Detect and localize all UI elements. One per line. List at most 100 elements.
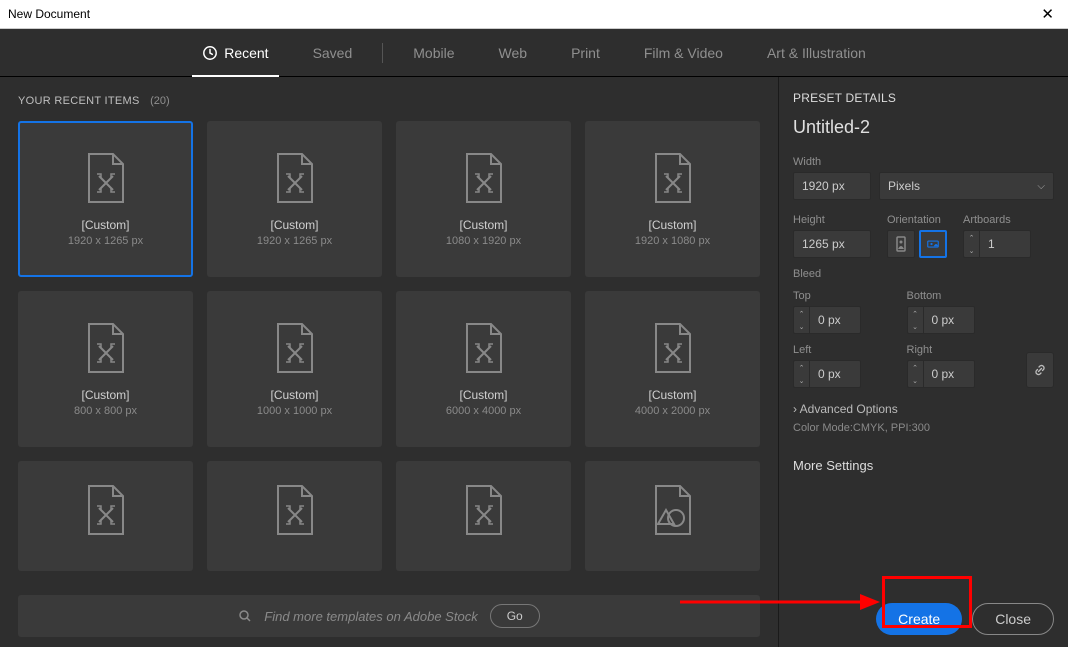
bleed-top-stepper[interactable]: ⌃⌄0 px <box>793 306 895 334</box>
preset-name: [Custom] <box>270 218 318 232</box>
tab-label: Print <box>571 45 600 61</box>
preset-dimensions: 1000 x 1000 px <box>257 405 332 417</box>
document-icon <box>274 152 316 204</box>
preset-name: [Custom] <box>459 218 507 232</box>
preset-tile[interactable]: [Custom] 1920 x 1265 px <box>18 121 193 277</box>
preset-tile[interactable]: [Custom] 800 x 800 px <box>18 291 193 447</box>
bleed-bottom-stepper[interactable]: ⌃⌄0 px <box>907 306 1009 334</box>
tab-label: Film & Video <box>644 45 723 61</box>
document-icon <box>85 484 127 536</box>
bleed-left-stepper[interactable]: ⌃⌄0 px <box>793 360 895 388</box>
document-icon <box>85 322 127 374</box>
preset-tile[interactable]: [Custom] 1000 x 1000 px <box>207 291 382 447</box>
stepper-up-icon[interactable]: ⌃ <box>964 231 979 244</box>
preset-tile[interactable]: [Custom] 1920 x 1080 px <box>585 121 760 277</box>
height-input[interactable]: 1265 px <box>793 230 871 258</box>
window-title: New Document <box>8 7 90 21</box>
title-bar: New Document ✕ <box>0 0 1068 29</box>
stepper-down-icon[interactable]: ⌄ <box>964 244 979 257</box>
tab-label: Art & Illustration <box>767 45 866 61</box>
create-button[interactable]: Create <box>876 603 962 635</box>
preset-dimensions: 1080 x 1920 px <box>446 235 521 247</box>
document-icon <box>274 484 316 536</box>
bleed-label: Bleed <box>793 268 1054 280</box>
tab-mobile[interactable]: Mobile <box>391 29 476 77</box>
tab-saved[interactable]: Saved <box>291 29 375 77</box>
go-button[interactable]: Go <box>490 604 540 628</box>
units-value: Pixels <box>888 179 920 193</box>
preset-tile[interactable]: [Custom] 1920 x 1265 px <box>207 121 382 277</box>
tab-print[interactable]: Print <box>549 29 622 77</box>
width-input[interactable]: 1920 px <box>793 172 871 200</box>
template-search-bar[interactable]: Find more templates on Adobe Stock Go <box>18 595 760 637</box>
tab-separator <box>382 43 383 63</box>
search-icon <box>238 609 252 623</box>
orientation-landscape-button[interactable] <box>919 230 947 258</box>
preset-tile[interactable] <box>207 461 382 571</box>
preset-dimensions: 4000 x 2000 px <box>635 405 710 417</box>
preset-name: [Custom] <box>81 388 129 402</box>
color-mode-text: Color Mode:CMYK, PPI:300 <box>793 422 1054 434</box>
category-tabs: Recent Saved Mobile Web Print Film & Vid… <box>0 29 1068 77</box>
width-label: Width <box>793 156 1054 168</box>
recent-heading-row: YOUR RECENT ITEMS (20) <box>18 91 760 109</box>
tab-recent[interactable]: Recent <box>180 29 290 77</box>
clock-icon <box>202 45 218 61</box>
preset-tile[interactable] <box>396 461 571 571</box>
more-settings-button[interactable]: More Settings <box>793 458 1054 473</box>
preset-dimensions: 1920 x 1080 px <box>635 235 710 247</box>
document-icon <box>274 322 316 374</box>
preset-tile[interactable] <box>585 461 760 571</box>
preset-dimensions: 800 x 800 px <box>74 405 137 417</box>
document-icon <box>463 322 505 374</box>
chevron-down-icon: ⌵ <box>1037 181 1045 192</box>
preset-name: [Custom] <box>648 388 696 402</box>
preset-tile[interactable] <box>18 461 193 571</box>
preset-details-panel: PRESET DETAILS Untitled-2 Width 1920 px … <box>778 77 1068 647</box>
preset-tile[interactable]: [Custom] 1080 x 1920 px <box>396 121 571 277</box>
document-icon <box>85 152 127 204</box>
link-bleed-button[interactable] <box>1026 352 1054 388</box>
bleed-right-label: Right <box>907 344 1009 356</box>
document-icon <box>652 152 694 204</box>
preset-dimensions: 1920 x 1265 px <box>68 235 143 247</box>
preset-tile[interactable]: [Custom] 4000 x 2000 px <box>585 291 760 447</box>
document-name-field[interactable]: Untitled-2 <box>793 115 1054 140</box>
tab-label: Recent <box>224 45 268 61</box>
document-icon <box>463 484 505 536</box>
bleed-top-label: Top <box>793 290 895 302</box>
document-icon <box>652 322 694 374</box>
preset-details-heading: PRESET DETAILS <box>793 91 1054 105</box>
tab-art-illustration[interactable]: Art & Illustration <box>745 29 888 77</box>
presets-panel: YOUR RECENT ITEMS (20) [Custom] 1920 x 12… <box>0 77 778 647</box>
document-icon <box>652 484 694 536</box>
bleed-left-label: Left <box>793 344 895 356</box>
artboards-value[interactable]: 1 <box>979 230 1031 258</box>
bleed-right-stepper[interactable]: ⌃⌄0 px <box>907 360 1009 388</box>
tab-film-video[interactable]: Film & Video <box>622 29 745 77</box>
tab-label: Saved <box>313 45 353 61</box>
tab-label: Web <box>499 45 528 61</box>
close-button[interactable]: Close <box>972 603 1054 635</box>
recent-count: (20) <box>150 95 170 107</box>
artboards-stepper[interactable]: ⌃⌄ 1 <box>963 230 1054 258</box>
bleed-bottom-label: Bottom <box>907 290 1009 302</box>
tab-label: Mobile <box>413 45 454 61</box>
document-icon <box>463 152 505 204</box>
close-icon[interactable]: ✕ <box>1035 7 1060 22</box>
preset-name: [Custom] <box>270 388 318 402</box>
tab-web[interactable]: Web <box>477 29 550 77</box>
artboards-label: Artboards <box>963 214 1054 226</box>
preset-tile[interactable]: [Custom]6000 x 4000 px <box>396 291 571 447</box>
preset-grid: [Custom] 1920 x 1265 px [Custom] 1920 x 126… <box>18 121 760 585</box>
preset-name: [Custom] <box>648 218 696 232</box>
search-placeholder: Find more templates on Adobe Stock <box>264 609 477 624</box>
units-select[interactable]: Pixels ⌵ <box>879 172 1054 200</box>
preset-name: [Custom] <box>459 388 507 402</box>
recent-heading: YOUR RECENT ITEMS <box>18 95 140 107</box>
preset-name: [Custom] <box>81 218 129 232</box>
advanced-options-toggle[interactable]: Advanced Options <box>793 402 1054 416</box>
height-label: Height <box>793 214 871 226</box>
preset-dimensions: 1920 x 1265 px <box>257 235 332 247</box>
orientation-portrait-button[interactable] <box>887 230 915 258</box>
